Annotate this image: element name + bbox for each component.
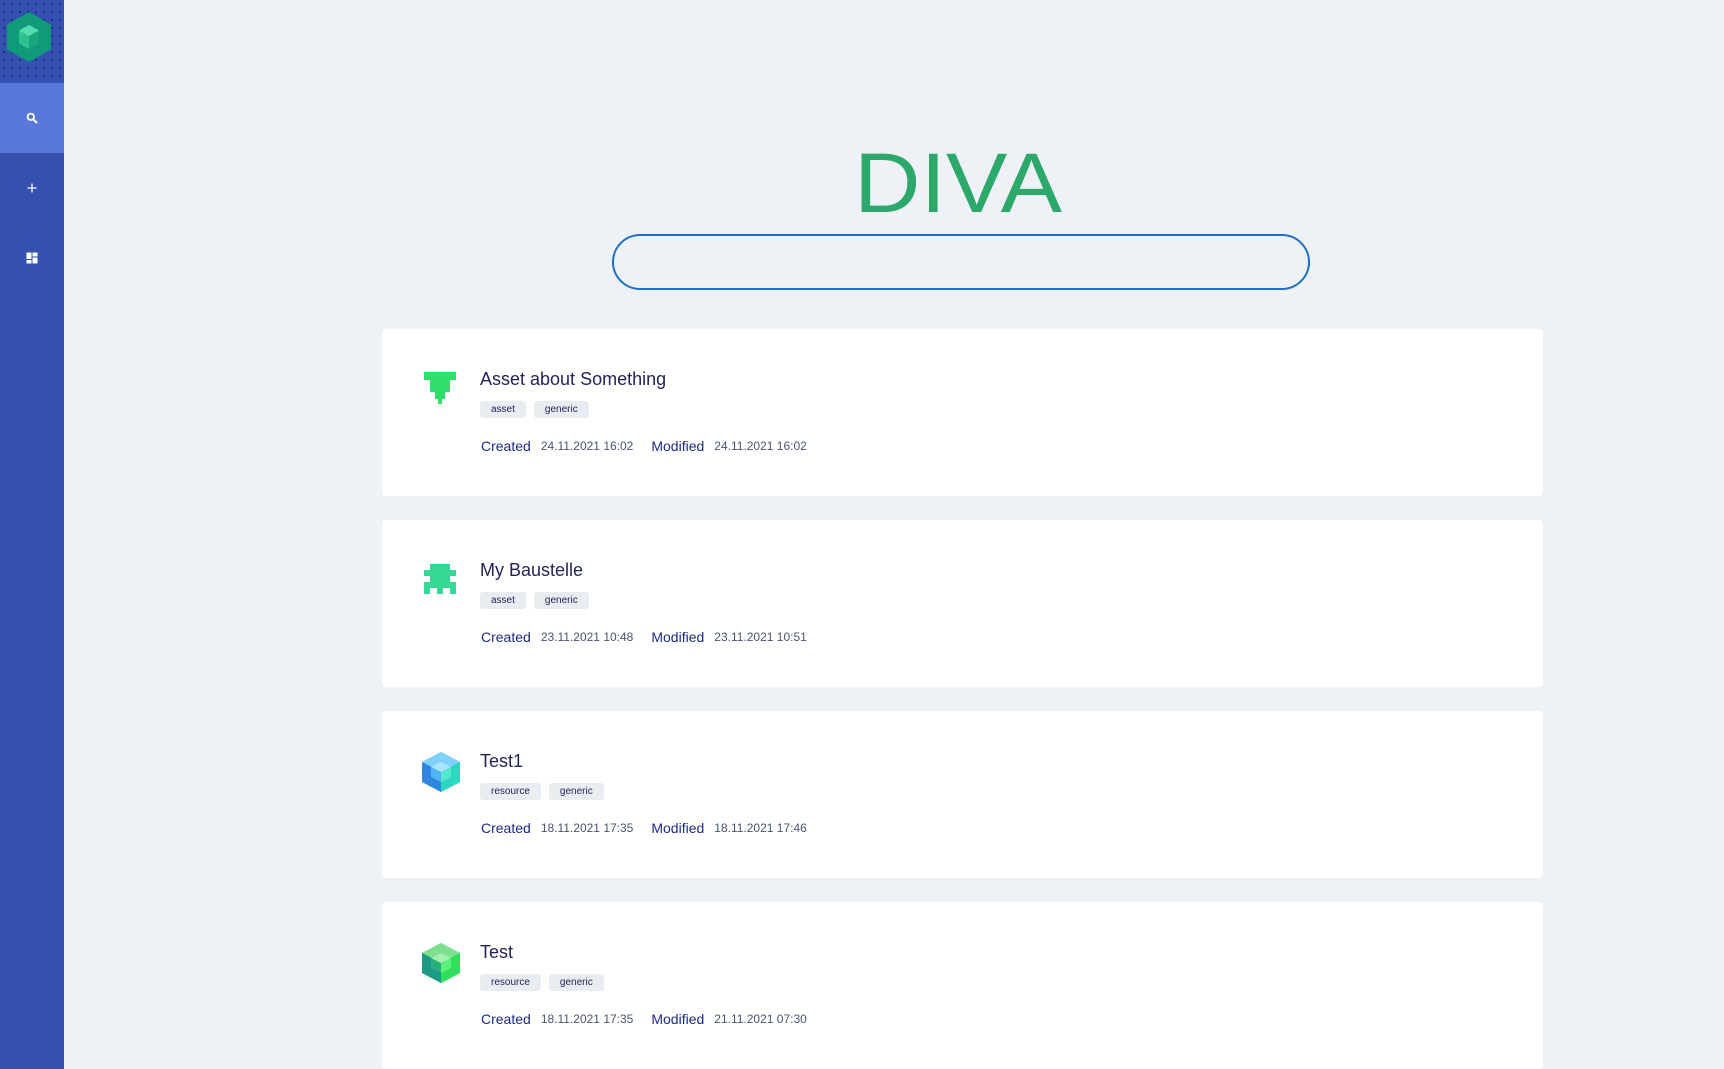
- created-value: 23.11.2021 10:48: [540, 630, 634, 644]
- tag-list: asset generic: [480, 592, 589, 609]
- asset-identicon-icon: [424, 564, 456, 594]
- search-icon: [26, 112, 38, 124]
- result-card[interactable]: Test resource generic Created 18.11.2021…: [382, 902, 1543, 1069]
- modified-value: 23.11.2021 10:51: [714, 630, 807, 644]
- main-content: DIVA Asset about Something asset generic…: [64, 0, 1724, 1069]
- tag-list: asset generic: [480, 401, 589, 418]
- created-label: Created: [481, 820, 531, 836]
- created-value: 24.11.2021 16:02: [540, 439, 634, 453]
- result-card[interactable]: Asset about Something asset generic Crea…: [382, 329, 1543, 496]
- resource-cube-icon: [422, 943, 460, 983]
- result-title[interactable]: Test1: [480, 751, 523, 772]
- plus-icon: [27, 183, 37, 193]
- result-card[interactable]: Test1 resource generic Created 18.11.202…: [382, 711, 1543, 878]
- result-meta: Created 18.11.2021 17:35 Modified 21.11.…: [481, 1011, 825, 1027]
- result-title[interactable]: My Baustelle: [480, 560, 583, 581]
- result-title[interactable]: Test: [480, 942, 513, 963]
- tag-list: resource generic: [480, 974, 604, 991]
- sidebar: [0, 0, 64, 1069]
- created-label: Created: [481, 438, 531, 454]
- tag: generic: [533, 592, 589, 609]
- dashboard-icon: [26, 252, 38, 264]
- result-meta: Created 23.11.2021 10:48 Modified 23.11.…: [481, 629, 825, 645]
- result-meta: Created 24.11.2021 16:02 Modified 24.11.…: [481, 438, 825, 454]
- tag-list: resource generic: [480, 783, 604, 800]
- modified-value: 24.11.2021 16:02: [714, 439, 807, 453]
- sidebar-item-create[interactable]: [0, 153, 64, 223]
- modified-label: Modified: [651, 1011, 705, 1027]
- tag: generic: [548, 783, 604, 800]
- result-card[interactable]: My Baustelle asset generic Created 23.11…: [382, 520, 1543, 687]
- sidebar-item-dashboard[interactable]: [0, 223, 64, 293]
- search-input[interactable]: [612, 234, 1310, 290]
- tag: resource: [480, 974, 541, 991]
- modified-label: Modified: [651, 820, 705, 836]
- diva-brand-logo: DIVA: [854, 146, 1062, 216]
- modified-label: Modified: [651, 438, 705, 454]
- hexagon-logo-icon[interactable]: [5, 11, 53, 63]
- created-label: Created: [481, 629, 531, 645]
- result-title[interactable]: Asset about Something: [480, 369, 666, 390]
- tag: resource: [480, 783, 541, 800]
- resource-cube-icon: [422, 752, 460, 792]
- svg-text:DIVA: DIVA: [854, 146, 1062, 216]
- tag: generic: [548, 974, 604, 991]
- tag: asset: [480, 592, 526, 609]
- created-label: Created: [481, 1011, 531, 1027]
- tag: asset: [480, 401, 526, 418]
- sidebar-item-search[interactable]: [0, 83, 64, 153]
- logo-area: [0, 0, 64, 83]
- modified-value: 21.11.2021 07:30: [714, 1012, 807, 1026]
- asset-identicon-icon: [424, 372, 456, 404]
- created-value: 18.11.2021 17:35: [540, 821, 634, 835]
- created-value: 18.11.2021 17:35: [540, 1012, 634, 1026]
- modified-label: Modified: [651, 629, 705, 645]
- modified-value: 18.11.2021 17:46: [714, 821, 807, 835]
- tag: generic: [533, 401, 589, 418]
- result-meta: Created 18.11.2021 17:35 Modified 18.11.…: [481, 820, 825, 836]
